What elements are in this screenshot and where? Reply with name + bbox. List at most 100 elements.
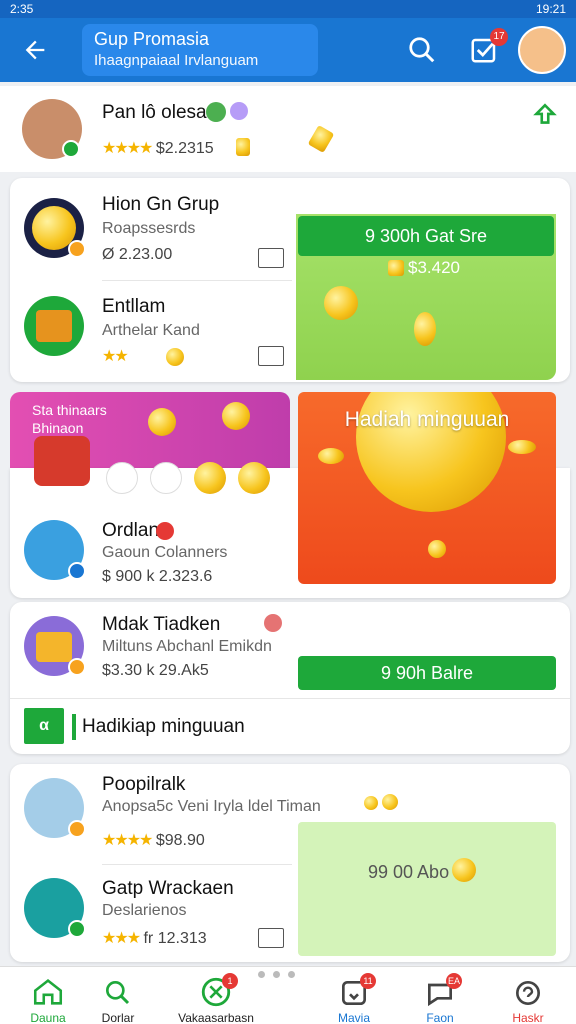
status-left: 2:35 <box>10 2 34 16</box>
coin-icon <box>414 312 436 346</box>
item-meta: $ 900 k 2.323.6 <box>102 568 213 585</box>
reward-panel[interactable]: 99 00 Abo <box>298 822 556 956</box>
item-name: Mdak Tiadken <box>102 614 221 635</box>
online-badge <box>68 920 86 938</box>
coin-icon <box>148 408 176 436</box>
nav-label: Haskr <box>512 1011 544 1024</box>
nav-badge: 1 <box>222 973 238 989</box>
avatar <box>24 296 84 356</box>
list-item[interactable]: Mdak Tiadken Miltuns Abchanl Emikdn $3.3… <box>10 602 300 698</box>
item-meta: $3.30 k 29.Ak5 <box>102 662 209 679</box>
item-meta: Ø 2.23.00 <box>102 246 173 263</box>
item-name: Entllam <box>102 296 166 317</box>
item-name: Poopilralk <box>102 774 186 795</box>
promo-line1: Sta thinaars <box>32 402 107 418</box>
reward-card: Mdak Tiadken Miltuns Abchanl Emikdn $3.3… <box>10 602 570 754</box>
item-name: Ordlan <box>102 520 160 541</box>
item-sub: Gaoun Colanners <box>102 544 228 561</box>
list-item[interactable]: Gatp Wrackaen Deslarienos ★★★ fr 12.313 <box>10 864 300 962</box>
home-icon <box>33 979 63 1005</box>
group-card: Poopilralk Anopsa5c Veni Iryla ldel Tima… <box>10 764 570 962</box>
rating-stars: ★★ <box>102 348 129 365</box>
top-profile-row[interactable]: Pan lô olesan ★★★★ $2.2315 <box>0 86 576 172</box>
weekly-reward-banner[interactable]: Hadiah minguuan <box>298 392 556 584</box>
promo-line2: Bhinaon <box>32 420 84 436</box>
weekly-label[interactable]: Hadikiap minguuan <box>82 716 245 738</box>
reaction-icons <box>106 462 270 494</box>
rating-stars: ★★★★ <box>102 140 153 157</box>
profile-name: Pan lô olesan <box>102 102 218 123</box>
coin-badge <box>68 820 86 838</box>
nav-label: Dorlar <box>101 1011 135 1024</box>
gift-icon <box>34 436 90 486</box>
group-title-box[interactable]: Gup Promasia Ihaagnpaiaal Irvlanguam <box>82 24 318 76</box>
nav-home[interactable]: Dauna <box>8 967 88 1024</box>
search-icon <box>106 981 130 1005</box>
list-item[interactable]: Poopilralk Anopsa5c Veni Iryla ldel Tima… <box>10 764 321 862</box>
nav-grid[interactable]: 1 Vakaasarbasn <box>176 967 256 1024</box>
coin-badge <box>68 658 86 676</box>
chart-icon[interactable] <box>258 248 284 268</box>
list-item[interactable]: Entllam Arthelar Kand ★★ <box>10 282 300 372</box>
nav-search[interactable]: Dorlar <box>78 967 158 1024</box>
item-amount: $98.90 <box>155 832 205 849</box>
chart-icon[interactable] <box>258 346 284 366</box>
search-button[interactable] <box>404 32 440 68</box>
nav-help[interactable]: Haskr <box>488 967 568 1024</box>
nav-chat[interactable]: 11 Mavia <box>314 967 394 1024</box>
coin-icon <box>166 348 184 366</box>
group-card: Hion Gn Grup Roapssesrds Ø 2.23.00 Entll… <box>10 178 570 382</box>
list-item[interactable]: Hion Gn Grup Roapssesrds Ø 2.23.00 <box>10 180 300 270</box>
item-sub: Roapssesrds <box>102 220 196 237</box>
nav-badge: EA <box>446 973 462 989</box>
purple-emoji-icon <box>230 102 248 120</box>
green-promo-panel[interactable]: 9 300h Gat Sre $3.420 <box>296 214 556 380</box>
nav-label: Vakaasarbasn <box>178 1011 254 1024</box>
back-button[interactable] <box>0 18 70 82</box>
nav-favorites[interactable]: EA Faon <box>400 967 480 1024</box>
page-title: Gup Promasia <box>94 29 210 49</box>
reward-panel-label: 99 00 Abo <box>368 862 450 882</box>
item-sub: Arthelar Kand <box>102 322 200 339</box>
nav-label: Dauna <box>30 1011 66 1024</box>
item-sub: Miltuns Abchanl Emikdn <box>102 638 272 655</box>
rating-stars: ★★★ <box>102 930 141 947</box>
green-emoji-icon <box>206 102 226 122</box>
coin-badge <box>68 240 86 258</box>
item-sub: Deslarienos <box>102 902 187 919</box>
gold-bar-icon <box>307 124 335 154</box>
rating-stars: ★★★★ <box>102 832 153 849</box>
verified-badge <box>68 562 86 580</box>
coin-icon <box>222 402 250 430</box>
gold-bar-icon <box>236 138 250 156</box>
promo-label[interactable]: 9 300h Gat Sre <box>298 216 554 256</box>
nav-label: Faon <box>426 1011 454 1024</box>
arrow-left-icon <box>25 40 45 60</box>
nav-badge: 11 <box>360 973 376 989</box>
profile-amount: $2.2315 <box>155 140 214 157</box>
item-sub: Anopsa5c Veni Iryla ldel Timan <box>102 798 321 815</box>
support-icon <box>516 981 540 1005</box>
nav-label: Mavia <box>337 1011 370 1024</box>
search-icon <box>409 37 435 63</box>
page-subtitle: Ihaagnpaiaal Irvlanguam <box>94 52 259 69</box>
tasks-button[interactable]: 17 <box>466 28 508 68</box>
item-name: Hion Gn Grup <box>102 194 220 215</box>
coin-icon <box>452 858 476 882</box>
chart-icon[interactable] <box>258 928 284 948</box>
status-time: 19:21 <box>535 2 566 16</box>
item-amount: fr 12.313 <box>143 930 207 947</box>
app-header: Gup Promasia Ihaagnpaiaal Irvlanguam 17 <box>0 18 576 82</box>
user-avatar[interactable] <box>518 26 566 74</box>
promo-amount: $3.420 <box>408 258 460 277</box>
redeem-button[interactable]: 9 90h Balre <box>298 656 556 690</box>
online-badge <box>62 140 80 158</box>
weekly-reward-label: Hadiah minguuan <box>344 408 510 431</box>
notification-badge: 17 <box>490 28 508 46</box>
list-item[interactable]: Ordlan Gaoun Colanners $ 900 k 2.323.6 <box>10 510 300 596</box>
status-bar: 2:35 19:21 <box>0 0 576 18</box>
share-icon[interactable] <box>532 102 558 128</box>
coin-icon <box>324 286 358 320</box>
page-dots <box>258 971 295 978</box>
item-name: Gatp Wrackaen <box>102 878 234 899</box>
